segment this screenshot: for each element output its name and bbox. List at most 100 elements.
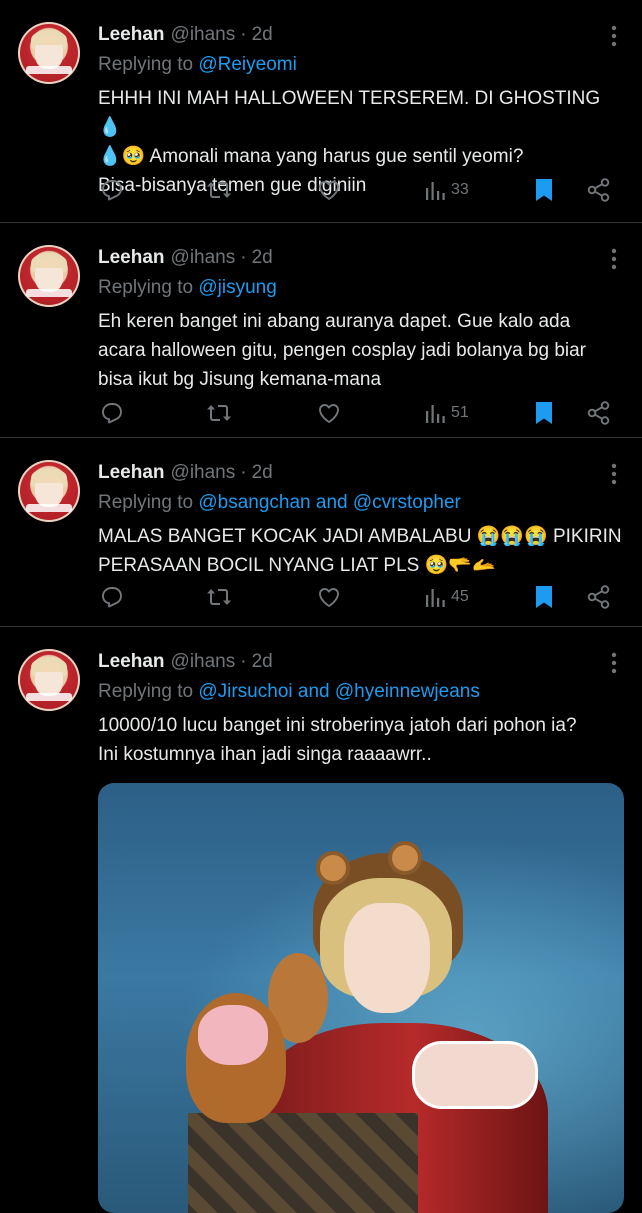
mention-link[interactable]: @jisyung bbox=[198, 277, 276, 298]
avatar-column bbox=[18, 649, 98, 1200]
views-icon bbox=[426, 182, 445, 200]
views-button[interactable]: 33 bbox=[424, 179, 469, 201]
views-icon bbox=[426, 405, 445, 423]
avatar-column bbox=[18, 460, 98, 626]
reply-icon bbox=[102, 587, 122, 608]
retweet-button[interactable] bbox=[206, 178, 232, 202]
retweet-icon bbox=[207, 405, 231, 421]
retweet-button[interactable] bbox=[206, 401, 232, 425]
retweet-icon bbox=[207, 589, 231, 605]
like-icon bbox=[319, 404, 339, 423]
replying-prefix: Replying to bbox=[98, 54, 194, 75]
tweet-header: Leehan @ihans · 2d bbox=[98, 22, 626, 48]
mention-link[interactable]: @Reiyeomi bbox=[198, 54, 296, 75]
bookmark-button[interactable] bbox=[533, 584, 555, 610]
mention-link[interactable]: @Jirsuchoi and @hyeinnewjeans bbox=[198, 681, 480, 702]
like-button[interactable] bbox=[316, 401, 342, 425]
share-button[interactable] bbox=[586, 177, 612, 203]
share-icon bbox=[587, 178, 610, 202]
user-handle[interactable]: @ihans bbox=[171, 245, 236, 271]
views-button[interactable]: 45 bbox=[424, 586, 469, 608]
tweet-text: MALAS BANGET KOCAK JADI AMBALABU 😭😭😭 PIK… bbox=[98, 526, 622, 576]
avatar[interactable] bbox=[18, 460, 80, 522]
replying-to: Replying to @Jirsuchoi and @hyeinnewjean… bbox=[98, 679, 626, 705]
separator: · bbox=[240, 462, 247, 483]
share-button[interactable] bbox=[586, 400, 612, 426]
more-icon bbox=[611, 463, 617, 485]
more-icon bbox=[611, 248, 617, 270]
tweet-header: Leehan @ihans · 2d bbox=[98, 460, 626, 486]
user-handle[interactable]: @ihans bbox=[171, 22, 236, 48]
timeline-feed: Leehan @ihans · 2d Replying to @Reiyeomi… bbox=[0, 0, 642, 1213]
action-bar: 45 bbox=[98, 582, 626, 612]
views-count: 45 bbox=[451, 588, 469, 605]
tweet-text: Eh keren banget ini abang auranya dapet.… bbox=[98, 311, 587, 390]
share-icon bbox=[587, 585, 610, 609]
tweet[interactable]: Leehan @ihans · 2d Replying to @Reiyeomi… bbox=[0, 0, 642, 223]
display-name[interactable]: Leehan bbox=[98, 649, 165, 675]
tweet[interactable]: Leehan @ihans · 2d Replying to @Jirsucho… bbox=[0, 627, 642, 1213]
tweet[interactable]: Leehan @ihans · 2d Replying to @bsangcha… bbox=[0, 438, 642, 627]
avatar-column bbox=[18, 22, 98, 222]
timestamp[interactable]: 2d bbox=[252, 460, 273, 486]
timestamp[interactable]: 2d bbox=[252, 245, 273, 271]
tweet-header: Leehan @ihans · 2d bbox=[98, 245, 626, 271]
views-button[interactable]: 51 bbox=[424, 402, 469, 424]
action-bar: 33 bbox=[98, 175, 626, 205]
like-button[interactable] bbox=[316, 585, 342, 609]
mention-link[interactable]: @bsangchan and @cvrstopher bbox=[198, 492, 461, 513]
display-name[interactable]: Leehan bbox=[98, 245, 165, 271]
action-bar: 51 bbox=[98, 398, 626, 428]
views-count: 51 bbox=[451, 404, 469, 421]
avatar[interactable] bbox=[18, 22, 80, 84]
bookmark-button[interactable] bbox=[533, 400, 555, 426]
tweet-media-image[interactable] bbox=[98, 783, 624, 1213]
timestamp[interactable]: 2d bbox=[252, 22, 273, 48]
avatar[interactable] bbox=[18, 245, 80, 307]
reply-button[interactable] bbox=[100, 178, 124, 202]
avatar-column bbox=[18, 245, 98, 437]
bookmark-icon bbox=[536, 586, 552, 608]
tweet-content: Leehan @ihans · 2d Replying to @jisyung … bbox=[98, 245, 626, 437]
bookmark-icon bbox=[536, 402, 552, 424]
display-name[interactable]: Leehan bbox=[98, 22, 165, 48]
like-button[interactable] bbox=[316, 178, 342, 202]
reply-icon bbox=[102, 403, 122, 424]
replying-to: Replying to @jisyung bbox=[98, 275, 626, 301]
display-name[interactable]: Leehan bbox=[98, 460, 165, 486]
retweet-icon bbox=[207, 182, 231, 198]
more-icon bbox=[611, 652, 617, 674]
more-options-button[interactable] bbox=[602, 24, 626, 48]
tweet-header: Leehan @ihans · 2d bbox=[98, 649, 626, 675]
replying-prefix: Replying to bbox=[98, 492, 194, 513]
replying-prefix: Replying to bbox=[98, 277, 194, 298]
views-count: 33 bbox=[451, 181, 469, 198]
more-options-button[interactable] bbox=[602, 247, 626, 271]
separator: · bbox=[240, 651, 247, 672]
separator: · bbox=[240, 24, 247, 45]
tweet-content: Leehan @ihans · 2d Replying to @bsangcha… bbox=[98, 460, 626, 626]
like-icon bbox=[319, 588, 339, 607]
more-options-button[interactable] bbox=[602, 651, 626, 675]
share-button[interactable] bbox=[586, 584, 612, 610]
reply-icon bbox=[102, 180, 122, 201]
user-handle[interactable]: @ihans bbox=[171, 649, 236, 675]
share-icon bbox=[587, 401, 610, 425]
separator: · bbox=[240, 247, 247, 268]
tweet-content: Leehan @ihans · 2d Replying to @Reiyeomi… bbox=[98, 22, 626, 222]
replying-to: Replying to @Reiyeomi bbox=[98, 52, 626, 78]
reply-button[interactable] bbox=[100, 401, 124, 425]
views-icon bbox=[426, 589, 445, 607]
more-options-button[interactable] bbox=[602, 462, 626, 486]
more-icon bbox=[611, 25, 617, 47]
bookmark-icon bbox=[536, 179, 552, 201]
tweet-text: 10000/10 lucu banget ini stroberinya jat… bbox=[98, 715, 577, 765]
avatar[interactable] bbox=[18, 649, 80, 711]
tweet[interactable]: Leehan @ihans · 2d Replying to @jisyung … bbox=[0, 223, 642, 438]
bookmark-button[interactable] bbox=[533, 177, 555, 203]
timestamp[interactable]: 2d bbox=[252, 649, 273, 675]
tweet-content: Leehan @ihans · 2d Replying to @Jirsucho… bbox=[98, 649, 626, 1213]
reply-button[interactable] bbox=[100, 585, 124, 609]
retweet-button[interactable] bbox=[206, 585, 232, 609]
user-handle[interactable]: @ihans bbox=[171, 460, 236, 486]
